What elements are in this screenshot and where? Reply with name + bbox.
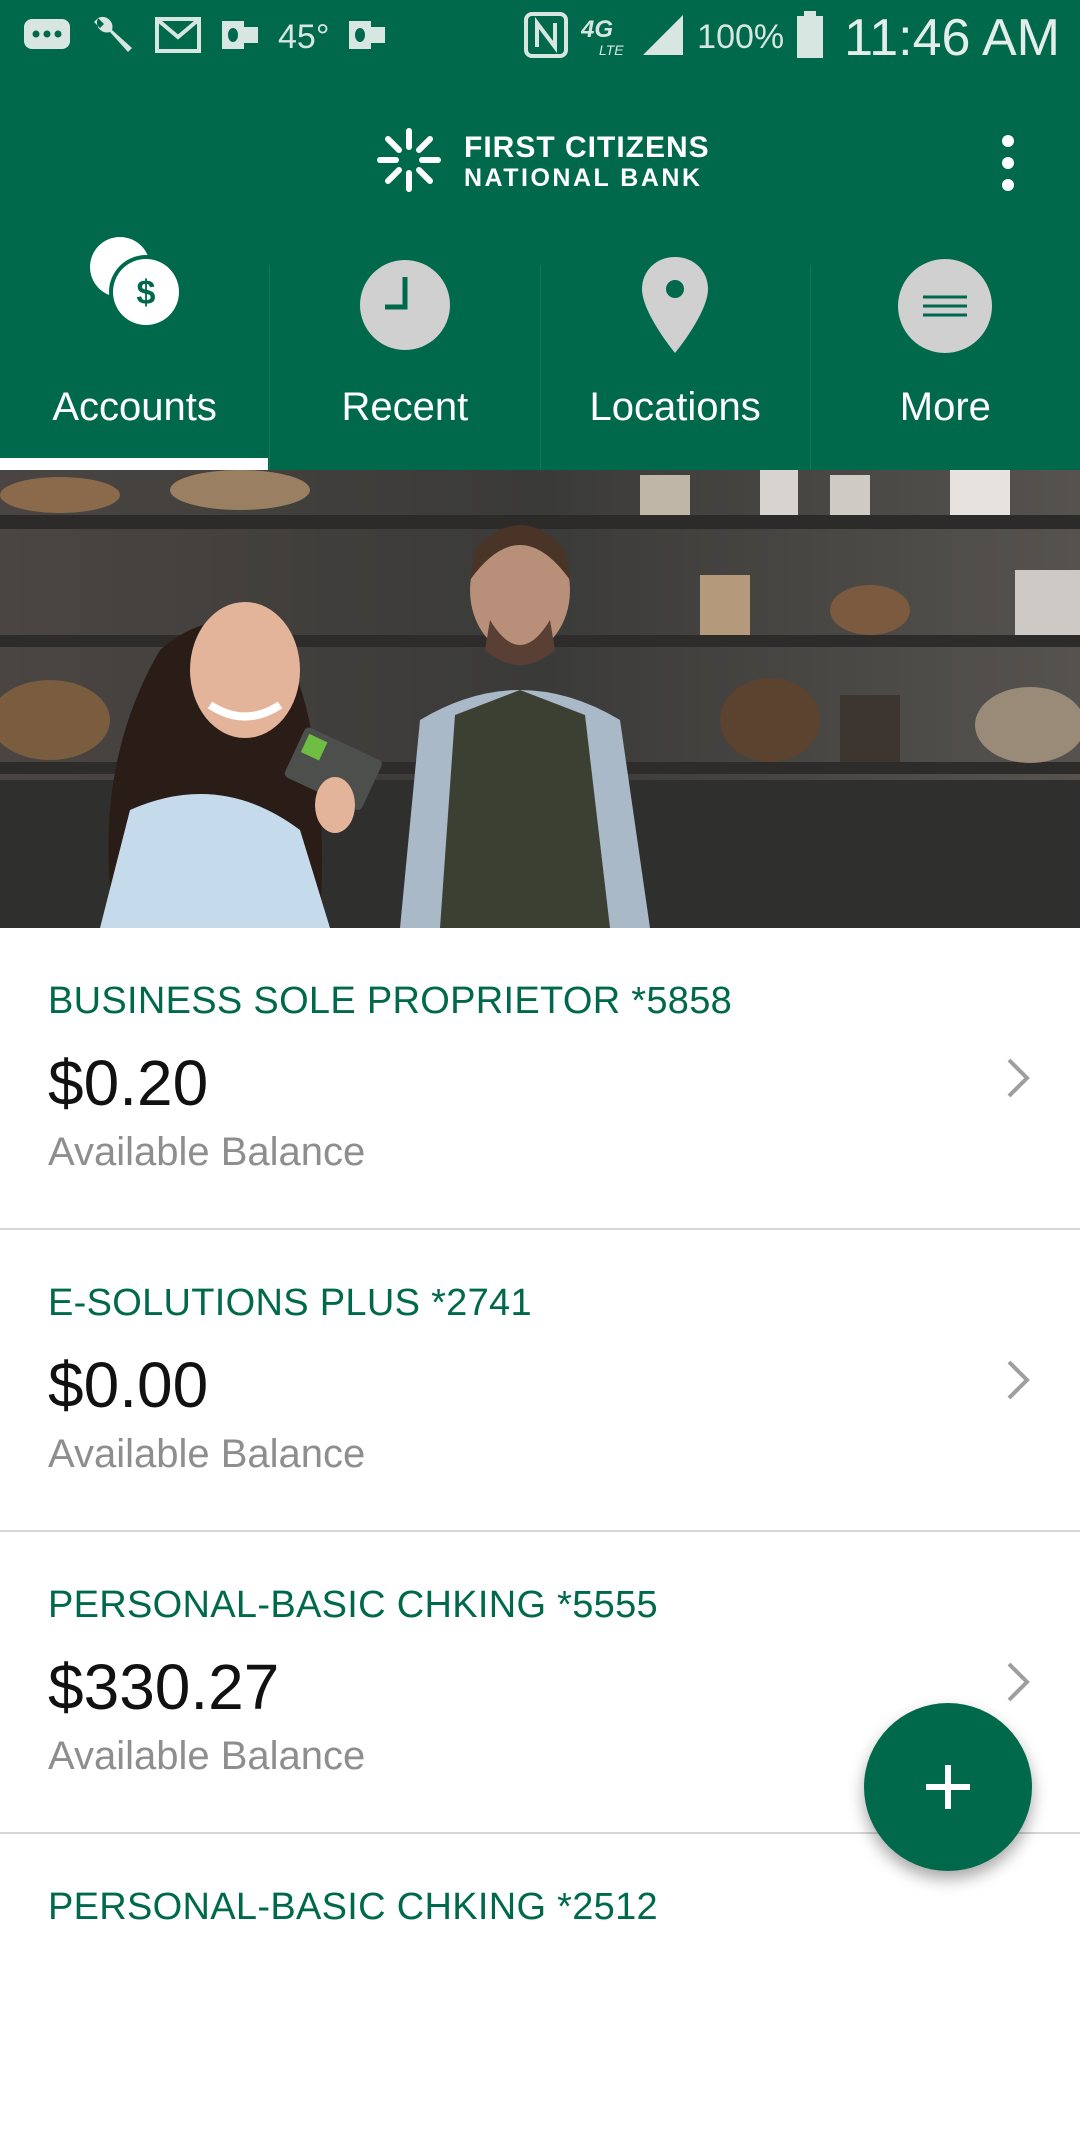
logo-line-1: FIRST CITIZENS: [464, 130, 710, 164]
account-balance: $330.27: [48, 1651, 280, 1723]
chevron-right-icon: [1005, 1358, 1031, 1407]
bank-logo: FIRST CITIZENS NATIONAL BANK: [372, 123, 710, 202]
accounts-coins-icon: $: [0, 230, 269, 340]
tab-accounts-label: Accounts: [52, 385, 217, 429]
kebab-dot: [1002, 157, 1014, 169]
overflow-menu-button[interactable]: [990, 132, 1026, 194]
temperature-text: 45°: [278, 18, 330, 56]
outlook-icon: [347, 17, 387, 58]
account-balance-label: Available Balance: [48, 1130, 366, 1174]
battery-text: 100%: [697, 18, 785, 56]
accounts-list: BUSINESS SOLE PROPRIETOR *5858 $0.20 Ava…: [0, 928, 1080, 2134]
tab-recent-label: Recent: [341, 385, 469, 429]
account-name: PERSONAL-BASIC CHKING *5555: [48, 1584, 658, 1626]
nfc-icon: [523, 11, 569, 64]
plus-icon: [908, 1747, 988, 1832]
svg-text:LTE: LTE: [599, 42, 624, 58]
signal-icon: [641, 13, 685, 62]
tab-recent[interactable]: Recent: [269, 260, 539, 470]
clock-icon: [270, 257, 539, 353]
menu-lines-icon: [811, 257, 1080, 355]
tab-more-label: More: [899, 385, 991, 429]
tab-accounts[interactable]: $ Accounts: [0, 237, 269, 470]
tab-more[interactable]: More: [809, 259, 1080, 470]
account-name: E-SOLUTIONS PLUS *2741: [48, 1282, 532, 1324]
add-fab-button[interactable]: [864, 1703, 1032, 1871]
selected-tab-indicator: [0, 458, 268, 470]
chevron-right-icon: [1005, 1660, 1031, 1709]
clock-time: 11:46 AM: [844, 8, 1060, 67]
svg-text:$: $: [136, 274, 155, 312]
kebab-dot: [1002, 179, 1014, 191]
account-row[interactable]: E-SOLUTIONS PLUS *2741 $0.00 Available B…: [0, 1230, 1080, 1532]
messages-icon: [22, 15, 72, 60]
account-row[interactable]: BUSINESS SOLE PROPRIETOR *5858 $0.20 Ava…: [0, 928, 1080, 1230]
account-balance-label: Available Balance: [48, 1734, 366, 1778]
bank-logo-icon: [372, 123, 446, 202]
tab-locations[interactable]: Locations: [539, 257, 810, 470]
svg-text:4G: 4G: [581, 16, 613, 43]
account-balance: $0.00: [48, 1349, 209, 1421]
map-pin-icon: [541, 255, 810, 355]
wrench-icon: [90, 12, 136, 63]
account-name: BUSINESS SOLE PROPRIETOR *5858: [48, 980, 733, 1022]
gmail-icon: [154, 15, 202, 60]
outlook-icon: [220, 17, 260, 58]
tab-locations-label: Locations: [589, 385, 761, 429]
main-tabs: $ Accounts Recent Locations More: [0, 237, 1080, 470]
kebab-menu-icon: [1002, 135, 1014, 147]
promo-banner-image: [0, 470, 1080, 928]
chevron-right-icon: [1005, 1056, 1031, 1105]
logo-line-2: NATIONAL BANK: [464, 163, 703, 192]
battery-icon: [796, 11, 824, 64]
network-icon: 4G LTE: [580, 11, 629, 64]
bank-logo-text: FIRST CITIZENS NATIONAL BANK: [464, 132, 710, 194]
app-header: FIRST CITIZENS NATIONAL BANK $ Accounts: [0, 75, 1080, 470]
account-name: PERSONAL-BASIC CHKING *2512: [48, 1886, 658, 1928]
account-balance-label: Available Balance: [48, 1432, 366, 1476]
status-bar: 45° 4G LTE 100% 11:46 AM: [0, 0, 1080, 75]
account-balance: $0.20: [48, 1047, 209, 1119]
account-row[interactable]: PERSONAL-BASIC CHKING *2512: [0, 1834, 1080, 2134]
